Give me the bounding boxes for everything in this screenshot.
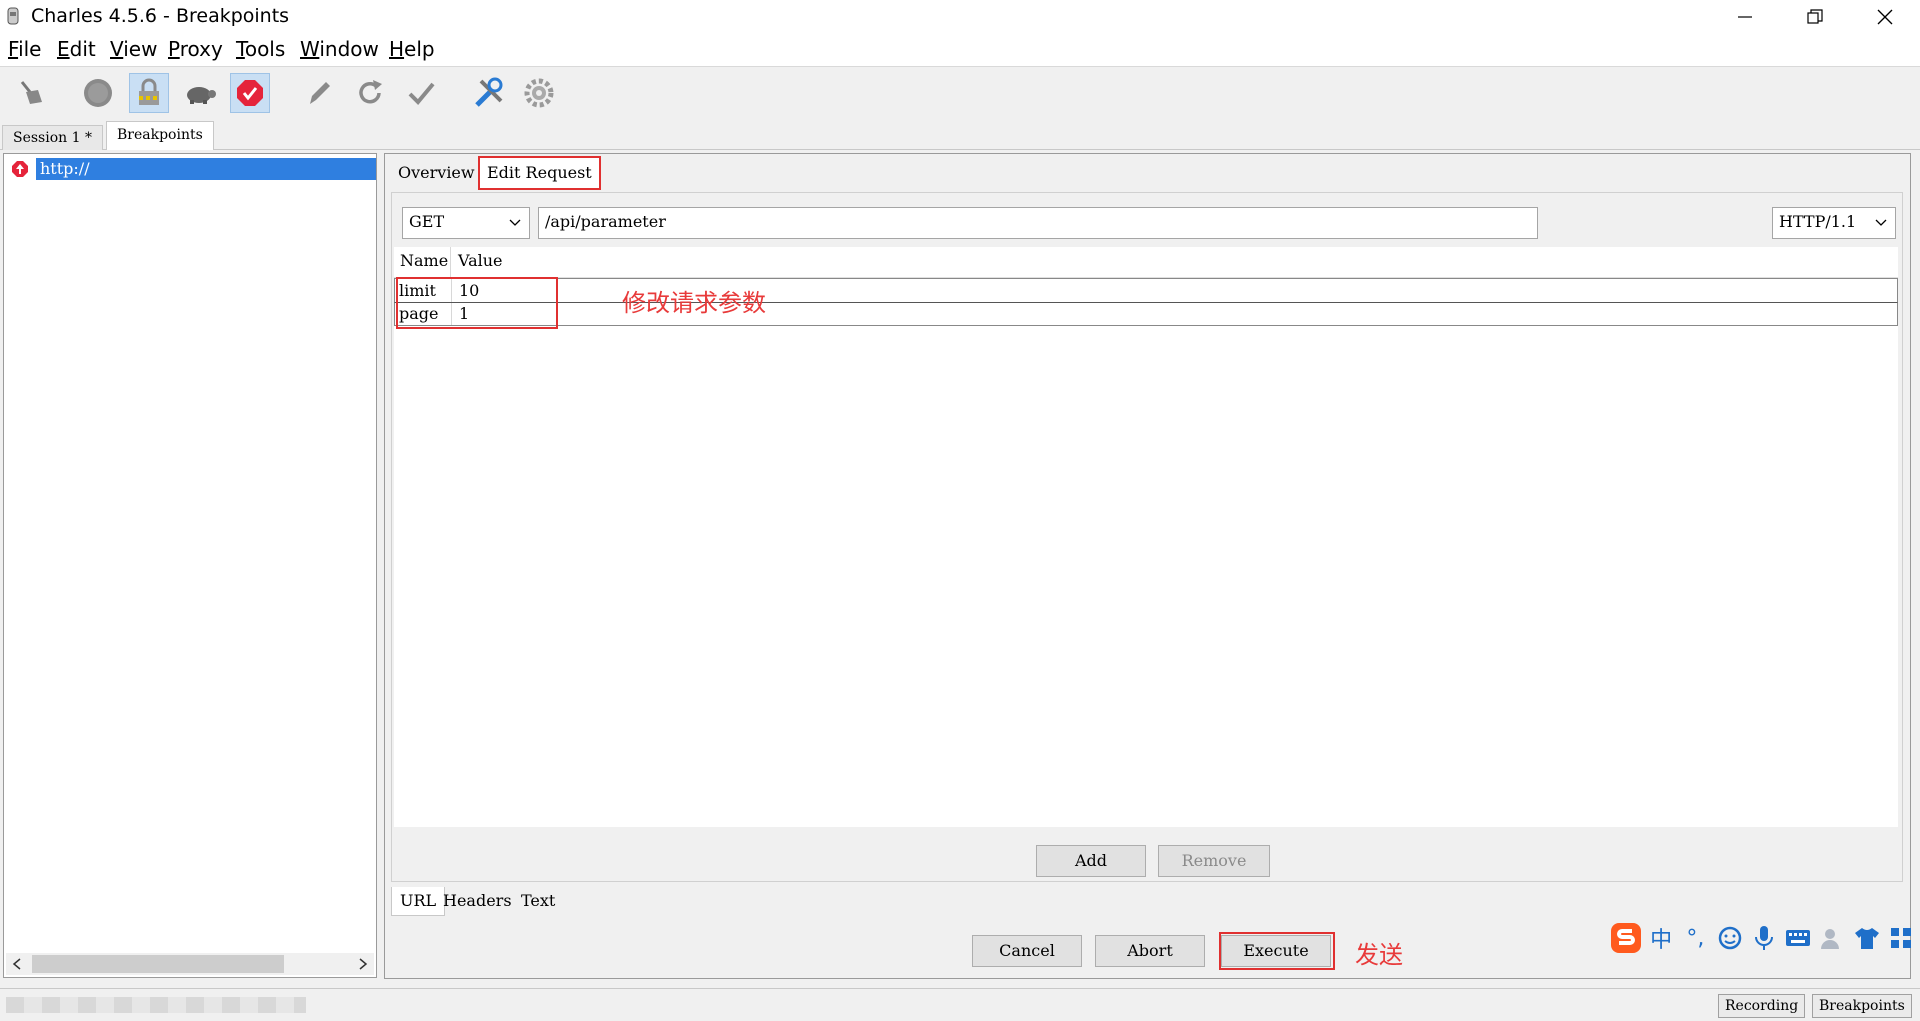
restore-icon [1807,9,1823,24]
cancel-button[interactable]: Cancel [972,935,1082,967]
ime-punctuation-toggle[interactable]: °, [1680,922,1710,954]
edit-request-area: GET /api/parameter HTTP/1.1 Name Value l… [391,192,1903,882]
menu-tools[interactable]: Tools [236,37,285,61]
scroll-left-icon [12,958,21,970]
abort-button[interactable]: Abort [1095,935,1205,967]
breakpoints-toggle-button[interactable] [230,73,270,113]
menu-help[interactable]: Help [389,37,435,61]
annotation-send: 发送 [1355,941,1403,969]
table-header: Name Value [394,247,1898,278]
tab-breakpoints[interactable]: Breakpoints [106,121,214,150]
settings-button[interactable] [519,73,559,113]
breakpoint-request-icon [12,161,28,177]
window-title: Charles 4.5.6 - Breakpoints [31,5,290,27]
menu-window[interactable]: Window [300,37,379,61]
chevron-down-icon [1875,219,1887,226]
tools-icon [475,77,503,107]
column-divider [450,247,451,277]
chevron-down-icon [509,219,521,226]
toolbox-grid-icon[interactable] [1886,922,1916,954]
horizontal-scrollbar[interactable] [6,953,374,975]
recording-status-button[interactable]: Recording [1718,994,1806,1018]
column-header-name[interactable]: Name [400,251,448,270]
tab-headers[interactable]: Headers [435,887,520,915]
params-highlight-box [396,277,558,329]
session-tree-panel: http:// [3,153,377,978]
tree-item[interactable]: http:// [6,158,376,180]
close-button[interactable] [1850,0,1920,34]
request-detail-panel: Overview Edit Request GET /api/parameter… [384,153,1911,979]
tree-item-label: http:// [36,158,376,180]
user-icon[interactable] [1817,922,1847,954]
ime-language-toggle[interactable]: 中 [1646,922,1676,954]
path-value: /api/parameter [545,212,666,231]
menu-proxy[interactable]: Proxy [168,37,223,61]
settings-gear-icon [524,78,554,108]
close-icon [1877,9,1893,25]
annotation-modify-params: 修改请求参数 [622,289,766,317]
tab-session-1[interactable]: Session 1 * [2,125,103,150]
sogou-logo-icon[interactable] [1610,922,1642,954]
throttling-button[interactable] [180,73,220,113]
refresh-icon [359,80,382,104]
remove-button[interactable]: Remove [1158,845,1270,877]
add-button[interactable]: Add [1036,845,1146,877]
throttle-turtle-icon [187,87,216,104]
compose-button[interactable] [299,73,339,113]
microphone-icon[interactable] [1749,922,1779,954]
protocol-value: HTTP/1.1 [1779,212,1857,231]
charles-app-icon [7,7,19,25]
restore-button[interactable] [1780,0,1850,34]
record-icon [84,79,112,107]
menu-edit[interactable]: Edit [57,37,96,61]
session-tab-strip: Session 1 * Breakpoints [0,119,1920,150]
clear-session-button[interactable] [11,73,51,113]
repeat-button[interactable] [350,73,390,113]
breakpoints-icon [237,80,263,106]
status-message-blurred [6,997,306,1013]
minimize-icon [1738,16,1752,18]
parameters-table: Name Value limit 10 page 1 [394,247,1898,827]
menu-file[interactable]: File [8,37,41,61]
path-input[interactable]: /api/parameter [538,207,1538,239]
skin-shirt-icon[interactable] [1852,922,1882,954]
ime-toolbar: 中 °, [1610,916,1920,960]
ssl-proxying-icon [139,78,159,105]
validate-button[interactable] [401,73,441,113]
pen-icon [310,82,330,104]
broom-icon [20,81,42,104]
tab-overview[interactable]: Overview [391,158,482,188]
scrollbar-thumb[interactable] [32,955,284,973]
column-header-value[interactable]: Value [458,251,503,270]
table-row[interactable]: limit 10 [394,278,1898,302]
check-icon [408,82,435,105]
record-button[interactable] [78,73,118,113]
tools-button[interactable] [469,73,509,113]
method-value: GET [409,212,445,231]
menu-view[interactable]: View [110,37,157,61]
title-bar: Charles 4.5.6 - Breakpoints [0,0,1920,34]
toolbar [0,67,1920,119]
status-bar: Recording Breakpoints [0,988,1920,1021]
execute-highlight-box [1219,932,1335,970]
tab-text[interactable]: Text [513,887,563,915]
table-row[interactable]: page 1 [394,302,1898,326]
method-select[interactable]: GET [402,207,530,239]
scroll-right-icon [359,958,368,970]
menu-bar: File Edit View Proxy Tools Window Help [0,34,1920,67]
keyboard-icon[interactable] [1783,922,1813,954]
protocol-select[interactable]: HTTP/1.1 [1772,207,1896,239]
ssl-proxying-button[interactable] [129,73,169,113]
emoji-icon[interactable] [1715,922,1745,954]
tab-edit-request[interactable]: Edit Request [478,156,601,190]
minimize-button[interactable] [1710,0,1780,34]
breakpoints-status-button[interactable]: Breakpoints [1812,994,1912,1018]
